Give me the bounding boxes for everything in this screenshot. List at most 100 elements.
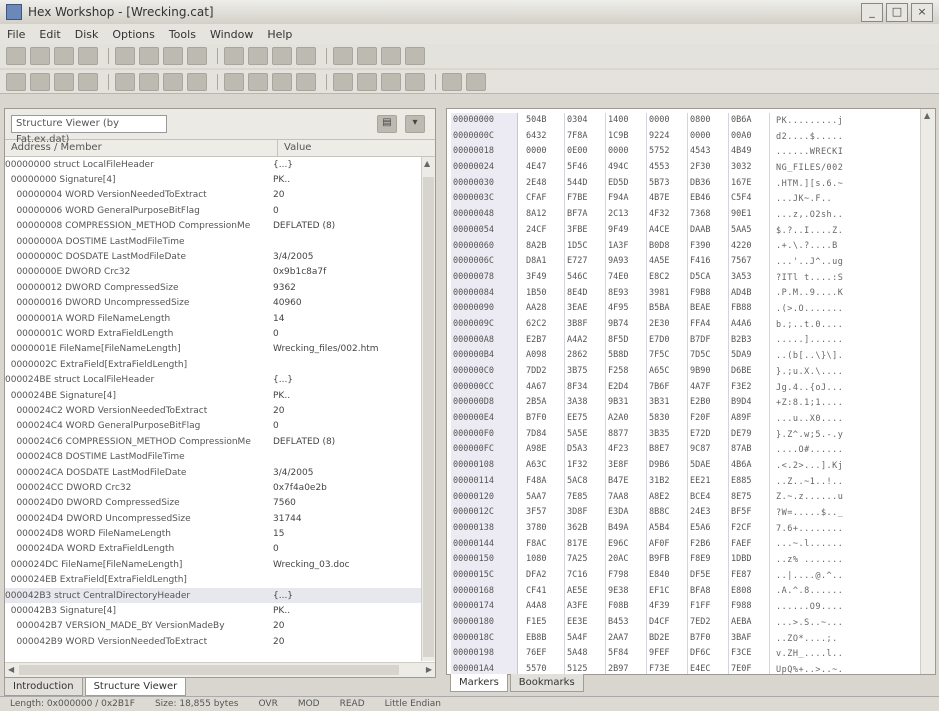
hex-byte-pair[interactable]: F08B (606, 599, 647, 615)
hex-byte-pair[interactable]: E5A6 (688, 520, 729, 537)
hex-byte-pair[interactable]: F8E9 (688, 552, 729, 568)
column-value[interactable]: Value (278, 140, 311, 156)
hex-byte-pair[interactable]: 5DAE (688, 458, 729, 474)
minimize-button[interactable]: _ (861, 3, 883, 22)
hex-row[interactable]: 000000FC A98E D5A3 4F23 B8E7 9C87 87AB ....O#..… (451, 442, 843, 459)
hex-byte-pair[interactable]: 0800 (688, 113, 729, 129)
hex-byte-pair[interactable]: B49A (606, 520, 647, 537)
hex-byte-pair[interactable]: 3A38 (565, 395, 606, 412)
hex-byte-pair[interactable]: 5A5E (565, 426, 606, 443)
hex-ascii[interactable]: NG_FILES/002 (770, 163, 843, 173)
hex-byte-pair[interactable]: 5A4F (565, 630, 606, 647)
hex-byte-pair[interactable]: B7DF (688, 332, 729, 349)
hex-byte-pair[interactable]: 504B (524, 113, 565, 129)
hex-ascii[interactable]: ...>.S..~... (770, 618, 843, 628)
hex-row[interactable]: 0000018C EB8B 5A4F 2AA7 BD2E B7F0 3BAF ..ZO*...… (451, 630, 843, 647)
structure-row[interactable]: 000024D0 DWORD CompressedSize 7560 (5, 496, 421, 511)
hex-ascii[interactable]: }.;u.X.\.... (770, 367, 843, 377)
hex-byte-pair[interactable]: F798 (606, 567, 647, 584)
copy-icon[interactable] (139, 47, 159, 65)
hex-byte-pair[interactable]: B9D4 (729, 395, 770, 412)
structure-row[interactable]: 000042B9 WORD VersionNeededToExtract 20 (5, 634, 421, 649)
hex-byte-pair[interactable]: B8E7 (647, 442, 688, 459)
hex-row[interactable]: 00000060 8A2B 1D5C 1A3F B0D8 F390 4220 .+.\.?..… (451, 238, 843, 255)
hex-byte-pair[interactable]: 817E (565, 536, 606, 553)
hex-byte-pair[interactable]: A8E2 (647, 489, 688, 506)
menu-help[interactable]: Help (260, 28, 299, 41)
hex-byte-pair[interactable]: 5AA7 (524, 489, 565, 506)
hex-byte-pair[interactable]: 0000 (688, 128, 729, 145)
hex-byte-pair[interactable]: 8E93 (606, 285, 647, 302)
hex-byte-pair[interactable]: F2CF (729, 520, 770, 537)
structure-row[interactable]: 000042B3 struct CentralDirectoryHeader {.… (5, 587, 421, 604)
save-icon[interactable] (54, 47, 74, 65)
menu-file[interactable]: File (0, 28, 32, 41)
hex-byte-pair[interactable]: 8877 (606, 426, 647, 443)
scroll-up-icon[interactable]: ▲ (424, 159, 430, 168)
hex-byte-pair[interactable]: 544D (565, 175, 606, 192)
hex-byte-pair[interactable]: 7DD2 (524, 364, 565, 380)
hex-byte-pair[interactable]: E885 (729, 473, 770, 490)
hex-byte-pair[interactable]: 9F49 (606, 222, 647, 239)
hex-byte-pair[interactable]: E2B0 (688, 395, 729, 412)
hex-byte-pair[interactable]: 0E00 (565, 144, 606, 161)
menu-tools[interactable]: Tools (162, 28, 203, 41)
hex-byte-pair[interactable]: BFA8 (688, 583, 729, 600)
hex-ascii[interactable]: ...'..J^..ug (770, 257, 843, 267)
hex-byte-pair[interactable]: 7D5C (688, 348, 729, 364)
hex-byte-pair[interactable]: 8F5D (606, 332, 647, 349)
hex-row[interactable]: 0000006C D8A1 E727 9A93 4A5E F416 7567 ...'..J^… (451, 254, 843, 270)
hex-byte-pair[interactable]: 5B8D (606, 348, 647, 364)
hex-byte-pair[interactable]: 546C (565, 269, 606, 286)
hex-byte-pair[interactable]: BF7A (565, 207, 606, 223)
hex-byte-pair[interactable]: 7F8A (565, 128, 606, 145)
structure-row[interactable]: 000042B7 VERSION_MADE_BY VersionMadeBy 20 (5, 619, 421, 634)
hex-ascii[interactable]: .+.\.?....B (770, 241, 838, 251)
hex-ascii[interactable]: ...JK~.F.. (770, 194, 832, 204)
hex-byte-pair[interactable]: 9B31 (606, 395, 647, 412)
hex-byte-pair[interactable]: B9FB (647, 552, 688, 568)
hex-row[interactable]: 00000144 F8AC 817E E96C AF0F F2B6 FAEF ...~.l..… (451, 536, 843, 553)
hex-row[interactable]: 000000E4 B7F0 EE75 A2A0 5830 F20F A89F ...u..X0… (451, 411, 843, 427)
hex-byte-pair[interactable]: 9E38 (606, 583, 647, 600)
hex-byte-pair[interactable]: E8C2 (647, 269, 688, 286)
inc-icon[interactable] (187, 72, 207, 91)
hex-row[interactable]: 0000009C 62C2 3B8F 9B74 2E30 FFA4 A4A6 b.;..t.0… (451, 316, 843, 333)
hex-byte-pair[interactable]: EE21 (688, 473, 729, 490)
goto-icon[interactable] (272, 47, 292, 65)
hex-byte-pair[interactable]: 2E30 (647, 316, 688, 333)
hex-byte-pair[interactable]: 0B6A (729, 113, 770, 129)
structure-row[interactable]: 0000001E FileName[FileNameLength] Wreckin… (5, 342, 421, 357)
hex-byte-pair[interactable]: 24CF (524, 222, 565, 239)
hex-byte-pair[interactable]: 4F95 (606, 301, 647, 317)
hex-byte-pair[interactable]: AA28 (524, 301, 565, 317)
mod-icon[interactable] (333, 72, 353, 91)
hex-byte-pair[interactable]: F3CE (729, 646, 770, 663)
hex-byte-pair[interactable]: 3780 (524, 520, 565, 537)
swap-icon[interactable] (381, 72, 401, 91)
hex-byte-pair[interactable]: D9B6 (647, 458, 688, 474)
hex-byte-pair[interactable]: 2C13 (606, 207, 647, 223)
hex-row[interactable]: 0000003C CFAF F7BE F94A 4B7E EB46 C5F4 ...JK~.F… (451, 191, 843, 208)
structure-row[interactable]: 00000004 WORD VersionNeededToExtract 20 (5, 188, 421, 203)
hex-byte-pair[interactable]: ED5D (606, 175, 647, 192)
structure-row[interactable]: 000024C4 WORD GeneralPurposeBitFlag 0 (5, 419, 421, 434)
hex-byte-pair[interactable]: 5AC8 (565, 473, 606, 490)
hex-byte-pair[interactable]: 1B50 (524, 285, 565, 302)
hex-byte-pair[interactable]: E72D (688, 426, 729, 443)
hex-byte-pair[interactable]: 9A93 (606, 254, 647, 270)
open-icon[interactable] (30, 47, 50, 65)
hex-byte-pair[interactable]: 4F23 (606, 442, 647, 459)
hex-byte-pair[interactable]: F94A (606, 191, 647, 208)
hex-row[interactable]: 00000090 AA28 3EAE 4F95 B5BA BEAE FB88 .(>.O...… (451, 301, 843, 317)
hex-byte-pair[interactable]: D8A1 (524, 254, 565, 270)
hex-byte-pair[interactable]: 8E4D (565, 285, 606, 302)
hex-byte-pair[interactable]: 3B8F (565, 316, 606, 333)
scroll-left-icon[interactable]: ◀ (8, 665, 14, 674)
close-button[interactable]: × (911, 3, 933, 22)
hex-byte-pair[interactable]: EE75 (565, 411, 606, 427)
hex-byte-pair[interactable]: 0000 (524, 144, 565, 161)
hex-row[interactable]: 0000012C 3F57 3D8F E3DA 8B8C 24E3 BF5F ?W=.....… (451, 505, 843, 521)
hex-byte-pair[interactable]: 3B75 (565, 364, 606, 380)
tab-introduction[interactable]: Introduction (4, 678, 83, 696)
